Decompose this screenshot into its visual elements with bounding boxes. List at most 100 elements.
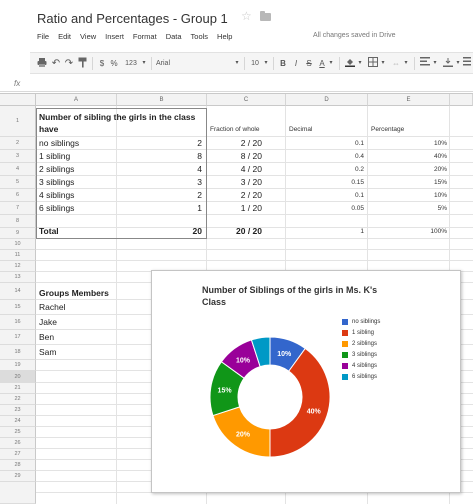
cell-category[interactable]: 4 siblings [39, 190, 115, 200]
cell-fraction[interactable]: 8 / 20 [208, 151, 262, 161]
row-header[interactable]: 15 [0, 300, 36, 315]
cell-category[interactable]: 6 siblings [39, 203, 115, 213]
menu-file[interactable]: File [37, 32, 49, 46]
merge-cells-icon[interactable]: ⇔ [390, 57, 402, 70]
row-header[interactable]: 10 [0, 239, 36, 250]
menu-data[interactable]: Data [166, 32, 182, 46]
cell-total-fraction[interactable]: 20 / 20 [208, 226, 262, 236]
cell-total-count[interactable]: 20 [118, 226, 202, 236]
wrap-text-icon[interactable] [463, 57, 471, 70]
cell-decimal[interactable]: 0.1 [288, 140, 364, 147]
menu-view[interactable]: View [80, 32, 96, 46]
row-header[interactable]: 7 [0, 202, 36, 215]
font-size-select[interactable]: 10 [248, 57, 262, 70]
row-header[interactable]: 14 [0, 283, 36, 300]
cell-count[interactable]: 2 [118, 190, 202, 200]
menu-edit[interactable]: Edit [58, 32, 71, 46]
cell-decimal[interactable]: 0.05 [288, 205, 364, 212]
chevron-down-icon[interactable]: ▾ [328, 57, 334, 70]
row-header[interactable]: 11 [0, 250, 36, 261]
cell-percentage[interactable]: 10% [370, 140, 447, 147]
cell-count[interactable]: 4 [118, 164, 202, 174]
cell-category[interactable]: 3 siblings [39, 177, 115, 187]
print-icon[interactable] [36, 57, 48, 70]
row-header[interactable]: 16 [0, 315, 36, 330]
row-header[interactable]: 25 [0, 427, 36, 438]
cell-fraction[interactable]: 2 / 20 [208, 190, 262, 200]
header-decimal[interactable]: Decimal [289, 126, 365, 133]
bold-button[interactable]: B [278, 57, 288, 70]
row-header[interactable] [0, 482, 36, 504]
cell-category[interactable]: 2 siblings [39, 164, 115, 174]
menu-tools[interactable]: Tools [191, 32, 209, 46]
group-member[interactable]: Rachel [39, 302, 115, 312]
row-header[interactable]: 3 [0, 150, 36, 163]
row-header[interactable]: 1 [0, 106, 36, 137]
cell-total-label[interactable]: Total [39, 226, 115, 236]
star-icon[interactable]: ☆ [241, 9, 252, 23]
row-header[interactable]: 4 [0, 163, 36, 176]
text-color-button[interactable]: A [317, 57, 327, 70]
redo-icon[interactable]: ↷ [63, 57, 75, 70]
borders-icon[interactable] [367, 57, 379, 70]
cell-category[interactable]: 1 sibling [39, 151, 115, 161]
fill-color-icon[interactable] [344, 57, 356, 70]
chevron-down-icon[interactable]: ▾ [263, 57, 269, 70]
currency-button[interactable]: $ [97, 57, 107, 70]
legend-item[interactable]: 2 siblings [342, 338, 380, 349]
cell-fraction[interactable]: 4 / 20 [208, 164, 262, 174]
row-header[interactable]: 6 [0, 189, 36, 202]
document-title[interactable]: Ratio and Percentages - Group 1 [37, 11, 228, 26]
cell-percentage[interactable]: 10% [370, 192, 447, 199]
menu-insert[interactable]: Insert [105, 32, 124, 46]
row-header[interactable]: 9 [0, 228, 36, 239]
cell-count[interactable]: 8 [118, 151, 202, 161]
row-header-selected[interactable]: 20 [0, 371, 36, 383]
percent-button[interactable]: % [109, 57, 119, 70]
cell-decimal[interactable]: 0.15 [288, 179, 364, 186]
chevron-down-icon[interactable]: ▾ [234, 57, 240, 70]
italic-button[interactable]: I [291, 57, 301, 70]
cell-count[interactable]: 3 [118, 177, 202, 187]
column-header-a[interactable]: A [36, 94, 117, 106]
row-header[interactable]: 29 [0, 471, 36, 482]
select-all-corner[interactable] [0, 94, 36, 106]
chevron-down-icon[interactable]: ▾ [432, 57, 438, 70]
cell-fraction[interactable]: 1 / 20 [208, 203, 262, 213]
cell-fraction[interactable]: 2 / 20 [208, 138, 262, 148]
row-header[interactable]: 8 [0, 215, 36, 228]
row-header[interactable]: 19 [0, 360, 36, 371]
cell-fraction[interactable]: 3 / 20 [208, 177, 262, 187]
header-siblings[interactable]: Number of sibling the girls in the class… [39, 111, 199, 135]
cell-decimal[interactable]: 0.1 [288, 192, 364, 199]
valign-icon[interactable] [442, 57, 454, 70]
legend-item[interactable]: 3 siblings [342, 349, 380, 360]
cell-percentage[interactable]: 40% [370, 153, 447, 160]
cell-category[interactable]: no siblings [39, 138, 115, 148]
legend-item[interactable]: 1 sibling [342, 327, 380, 338]
cell-percentage[interactable]: 20% [370, 166, 447, 173]
cell-count[interactable]: 2 [118, 138, 202, 148]
formula-bar[interactable]: fx [0, 78, 473, 92]
column-header-f[interactable] [450, 94, 473, 106]
undo-icon[interactable]: ↶ [50, 57, 62, 70]
cell-decimal[interactable]: 0.2 [288, 166, 364, 173]
row-header[interactable]: 21 [0, 383, 36, 394]
font-family-select[interactable]: Arial [156, 57, 206, 70]
row-header[interactable]: 12 [0, 261, 36, 272]
chevron-down-icon[interactable]: ▾ [357, 57, 363, 70]
row-header[interactable]: 27 [0, 449, 36, 460]
chevron-down-icon[interactable]: ▾ [141, 57, 147, 70]
cell-percentage[interactable]: 5% [370, 205, 447, 212]
cell-total-percentage[interactable]: 100% [370, 228, 447, 235]
row-header[interactable]: 23 [0, 405, 36, 416]
column-header-d[interactable]: D [286, 94, 368, 106]
legend-item[interactable]: 4 siblings [342, 360, 380, 371]
paint-format-icon[interactable] [76, 57, 88, 70]
legend-item[interactable]: 6 siblings [342, 371, 380, 382]
group-member[interactable]: Sam [39, 347, 115, 357]
chevron-down-icon[interactable]: ▾ [455, 57, 461, 70]
row-header[interactable]: 5 [0, 176, 36, 189]
chart[interactable]: Number of Siblings of the girls in Ms. K… [151, 270, 461, 493]
row-header[interactable]: 26 [0, 438, 36, 449]
